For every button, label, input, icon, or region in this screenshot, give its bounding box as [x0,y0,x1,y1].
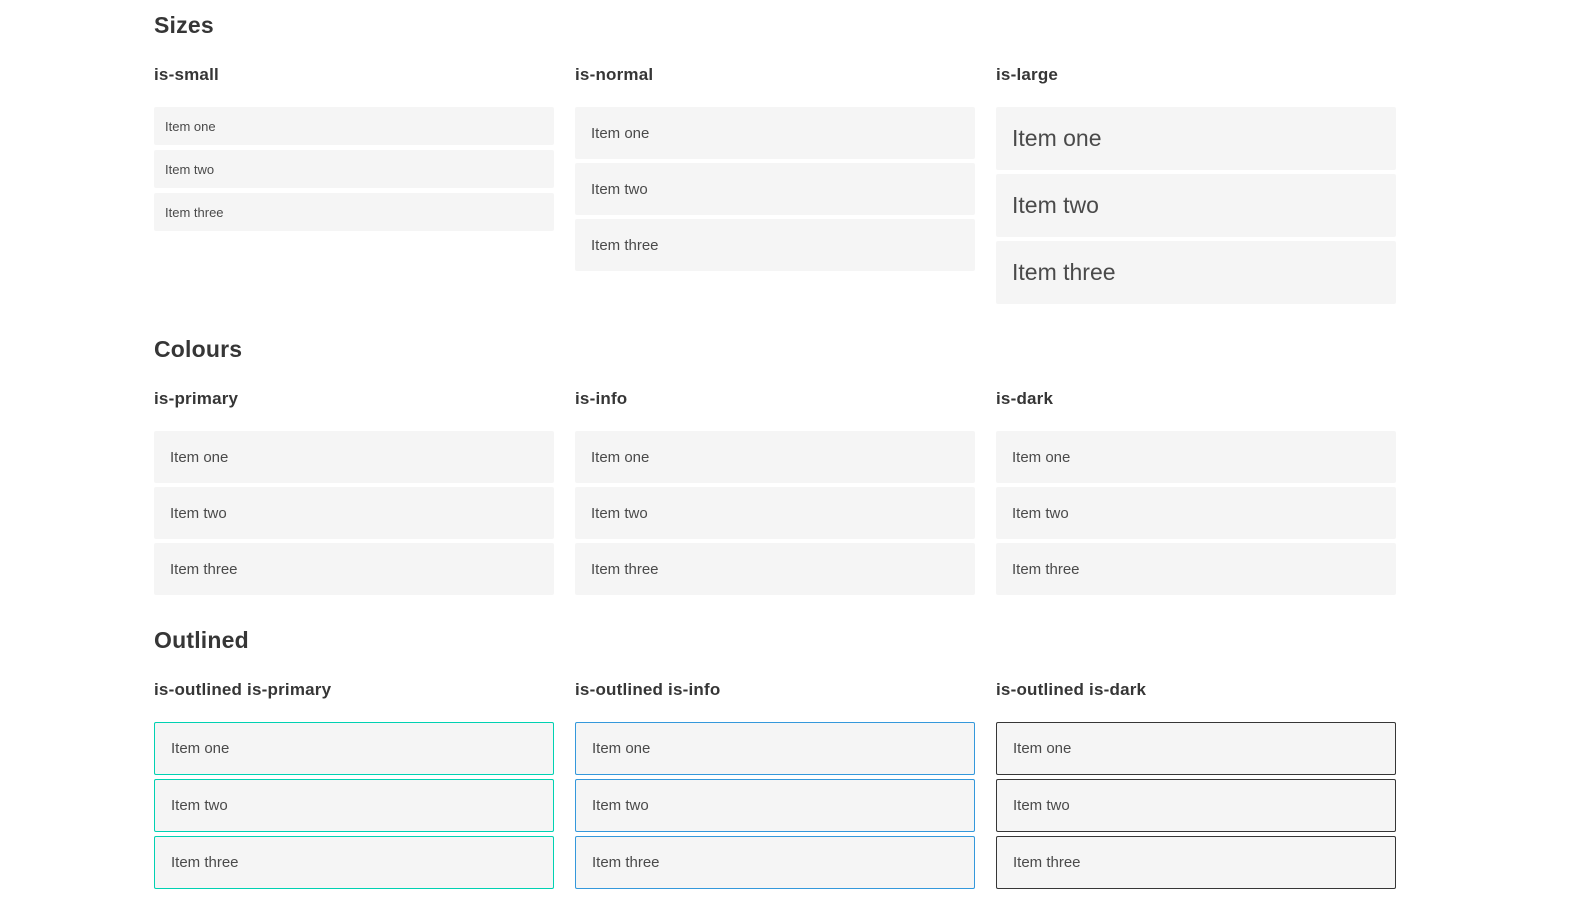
list-item[interactable]: Item one [575,107,975,160]
list-is-outlined-is-dark: Item one Item two Item three [996,722,1396,890]
list-item[interactable]: Item two [996,174,1396,238]
group-is-outlined-is-primary: is-outlined is-primary Item one Item two… [154,655,554,893]
outlined-groups: is-outlined is-primary Item one Item two… [154,655,1595,893]
list-item[interactable]: Item two [154,779,554,833]
list-item[interactable]: Item one [996,107,1396,171]
group-is-outlined-is-info: is-outlined is-info Item one Item two It… [575,655,975,893]
group-heading-is-large: is-large [996,64,1059,84]
list-is-outlined-is-info: Item one Item two Item three [575,722,975,890]
list-item[interactable]: Item one [996,722,1396,776]
group-is-small: is-small Item one Item two Item three [154,40,554,236]
group-heading-is-normal: is-normal [575,64,654,84]
group-heading-is-outlined-is-dark: is-outlined is-dark [996,680,1147,700]
list-item[interactable]: Item one [575,722,975,776]
list-item[interactable]: Item three [996,543,1396,596]
sizes-groups: is-small Item one Item two Item three is… [154,40,1595,308]
list-item[interactable]: Item three [154,836,554,890]
list-is-large: Item one Item two Item three [996,107,1396,305]
group-is-normal: is-normal Item one Item two Item three [575,40,975,275]
section-colours: Colours is-primary Item one Item two Ite… [154,335,1595,599]
group-heading-is-info: is-info [575,388,628,408]
list-item[interactable]: Item one [996,431,1396,484]
colours-groups: is-primary Item one Item two Item three … [154,364,1595,599]
section-heading-colours: Colours [154,336,243,363]
list-item[interactable]: Item three [996,241,1396,305]
group-heading-is-dark: is-dark [996,388,1054,408]
list-item[interactable]: Item two [154,487,554,540]
list-is-outlined-is-primary: Item one Item two Item three [154,722,554,890]
list-item[interactable]: Item three [575,543,975,596]
list-item[interactable]: Item one [575,431,975,484]
list-is-info: Item one Item two Item three [575,431,975,596]
group-heading-is-primary: is-primary [154,388,239,408]
group-is-dark: is-dark Item one Item two Item three [996,364,1396,599]
component-demo-page: Sizes is-small Item one Item two Item th… [0,0,1595,893]
list-item[interactable]: Item one [154,107,554,146]
list-is-small: Item one Item two Item three [154,107,554,232]
group-heading-is-outlined-is-primary: is-outlined is-primary [154,680,332,700]
list-item[interactable]: Item three [154,543,554,596]
list-item[interactable]: Item three [575,219,975,272]
group-heading-is-outlined-is-info: is-outlined is-info [575,680,721,700]
group-is-info: is-info Item one Item two Item three [575,364,975,599]
section-heading-sizes: Sizes [154,12,214,38]
section-heading-outlined: Outlined [154,627,249,654]
list-item[interactable]: Item one [154,722,554,776]
section-outlined: Outlined is-outlined is-primary Item one… [154,626,1595,893]
section-sizes: Sizes is-small Item one Item two Item th… [154,11,1595,308]
list-item[interactable]: Item two [575,779,975,833]
list-item[interactable]: Item three [996,836,1396,890]
group-heading-is-small: is-small [154,64,219,84]
list-is-dark: Item one Item two Item three [996,431,1396,596]
list-item[interactable]: Item two [996,487,1396,540]
list-item[interactable]: Item two [154,150,554,189]
list-item[interactable]: Item two [575,163,975,216]
list-is-primary: Item one Item two Item three [154,431,554,596]
list-item[interactable]: Item two [996,779,1396,833]
list-is-normal: Item one Item two Item three [575,107,975,272]
list-item[interactable]: Item three [154,193,554,232]
list-item[interactable]: Item two [575,487,975,540]
group-is-primary: is-primary Item one Item two Item three [154,364,554,599]
group-is-large: is-large Item one Item two Item three [996,40,1396,308]
group-is-outlined-is-dark: is-outlined is-dark Item one Item two It… [996,655,1396,893]
list-item[interactable]: Item three [575,836,975,890]
list-item[interactable]: Item one [154,431,554,484]
